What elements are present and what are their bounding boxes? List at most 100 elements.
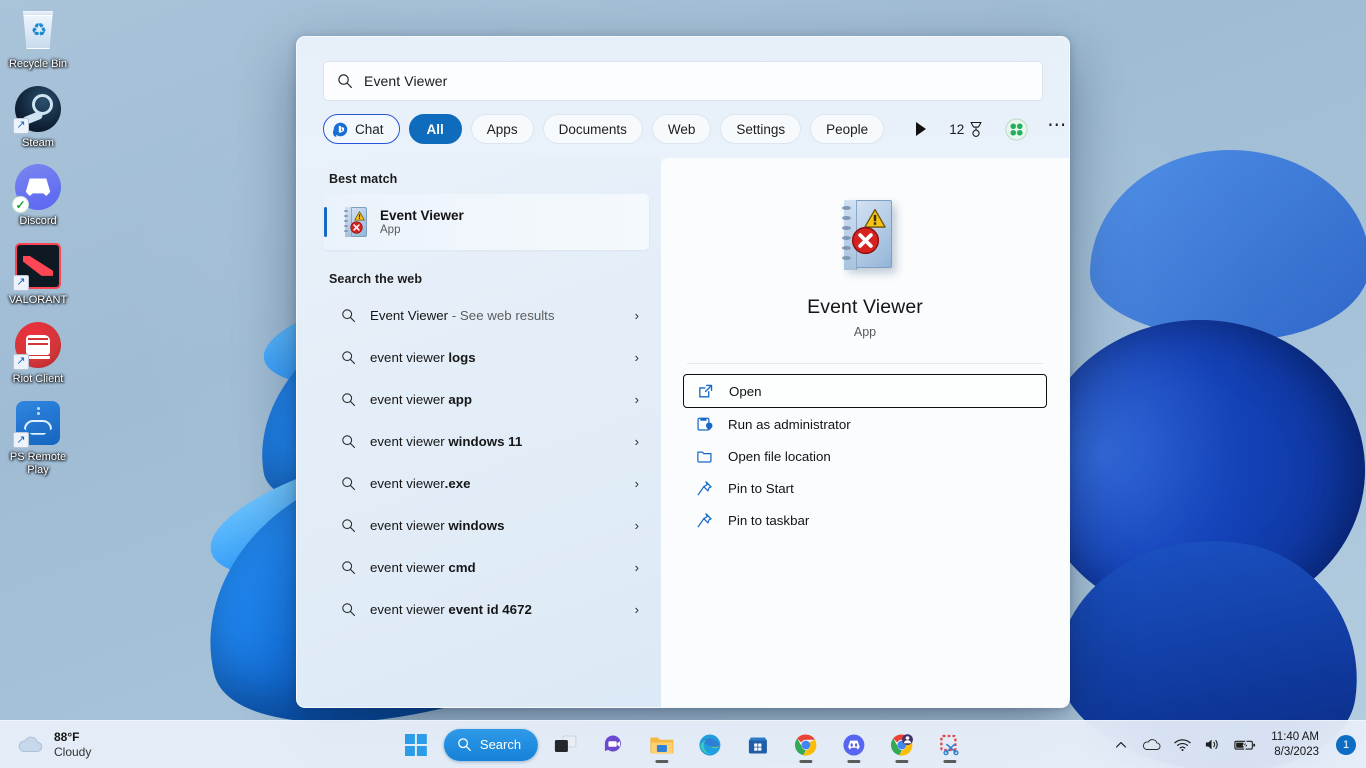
web-suggestion-label: event viewer app — [370, 392, 621, 407]
clock-date: 8/3/2023 — [1271, 745, 1319, 759]
app-action-open-external[interactable]: Open — [683, 374, 1047, 408]
chat-teams-icon — [602, 733, 626, 757]
web-suggestion-row[interactable]: Event Viewer - See web results› — [323, 294, 649, 336]
web-suggestion-row[interactable]: event viewer windows› — [323, 504, 649, 546]
search-input[interactable]: Event Viewer — [323, 61, 1043, 101]
taskbar-weather-widget[interactable]: 88°F Cloudy — [0, 730, 210, 759]
shortcut-arrow-icon: ↗ — [13, 275, 29, 291]
filter-pill-label: Chat — [355, 122, 384, 137]
desktop-icon-steam[interactable]: ↗ Steam — [0, 85, 76, 150]
app-action-label: Open file location — [728, 449, 831, 464]
ellipsis-icon[interactable]: ⋯ — [1047, 126, 1067, 132]
filter-pill-settings[interactable]: Settings — [720, 114, 801, 144]
riot-client-icon: ↗ — [14, 321, 62, 369]
running-indicator — [800, 760, 813, 763]
search-filter-row: Chat All Apps Documents Web Settings — [323, 101, 1043, 158]
start-button[interactable] — [396, 725, 436, 765]
chrome-button[interactable] — [786, 725, 826, 765]
app-preview-panel: Event Viewer App OpenRun as administrato… — [661, 158, 1069, 707]
search-icon — [457, 737, 472, 752]
snipping-tool-button[interactable] — [930, 725, 970, 765]
running-indicator — [656, 760, 669, 763]
filter-pill-label: People — [826, 122, 868, 137]
play-icon[interactable] — [916, 122, 926, 136]
folder-icon — [695, 447, 713, 465]
shortcut-arrow-icon: ↗ — [13, 118, 29, 134]
desktop-icon-recycle-bin[interactable]: ♻ Recycle Bin — [0, 6, 76, 71]
web-suggestion-label: Event Viewer - See web results — [370, 308, 621, 323]
app-action-shield-admin[interactable]: Run as administrator — [683, 408, 1047, 440]
microsoft-launcher-icon[interactable] — [1005, 118, 1028, 141]
desktop-icon-ps-remote-play[interactable]: ↗ PS Remote Play — [0, 399, 76, 476]
web-suggestion-row[interactable]: event viewer windows 11 › — [323, 420, 649, 462]
app-action-pin[interactable]: Pin to taskbar — [683, 504, 1047, 536]
battery-charging-icon[interactable] — [1234, 738, 1256, 752]
task-view-button[interactable] — [546, 725, 586, 765]
web-suggestion-row[interactable]: event viewer app › — [323, 378, 649, 420]
desktop-icon-valorant[interactable]: ↗ VALORANT — [0, 242, 76, 307]
filter-pill-web[interactable]: Web — [652, 114, 712, 144]
web-suggestion-row[interactable]: event viewer cmd› — [323, 546, 649, 588]
rewards-counter[interactable]: 12 — [949, 121, 984, 138]
filter-pill-apps[interactable]: Apps — [471, 114, 534, 144]
discord-button[interactable] — [834, 725, 874, 765]
app-action-folder[interactable]: Open file location — [683, 440, 1047, 472]
taskbar-clock[interactable]: 11:40 AM 8/3/2023 — [1271, 730, 1319, 759]
chevron-right-icon: › — [635, 434, 639, 449]
app-action-pin[interactable]: Pin to Start — [683, 472, 1047, 504]
file-explorer-button[interactable] — [642, 725, 682, 765]
search-header: Event Viewer Chat All Apps Docum — [297, 37, 1069, 158]
desktop-icon-riot-client[interactable]: ↗ Riot Client — [0, 321, 76, 386]
windows-start-icon — [405, 734, 427, 756]
best-match-result[interactable]: Event Viewer App — [323, 194, 649, 250]
web-suggestion-row[interactable]: event viewer logs› — [323, 336, 649, 378]
desktop-icon-list: ♻ Recycle Bin ↗ Steam ✓ Discord ↗ — [0, 6, 76, 490]
web-suggestion-row[interactable]: event viewer.exe› — [323, 462, 649, 504]
wifi-icon[interactable] — [1174, 738, 1191, 752]
search-flyout-panel: Event Viewer Chat All Apps Docum — [296, 36, 1070, 708]
valorant-icon: ↗ — [14, 242, 62, 290]
notification-badge[interactable]: 1 — [1336, 735, 1356, 755]
pin-icon — [695, 479, 713, 497]
web-suggestion-label: event viewer windows 11 — [370, 434, 621, 449]
taskbar: 88°F Cloudy Search — [0, 720, 1366, 768]
search-icon — [341, 476, 356, 491]
running-indicator — [896, 760, 909, 763]
volume-icon[interactable] — [1204, 737, 1221, 752]
chevron-right-icon: › — [635, 392, 639, 407]
chevron-right-icon: › — [635, 350, 639, 365]
search-results-body: Best match — [297, 158, 1069, 707]
discord-icon: ✓ — [14, 163, 62, 211]
search-icon — [341, 518, 356, 533]
onedrive-cloud-icon[interactable] — [1141, 737, 1161, 752]
chat-teams-button[interactable] — [594, 725, 634, 765]
desktop-icon-label: PS Remote Play — [1, 451, 75, 476]
web-suggestion-label: event viewer windows — [370, 518, 621, 533]
app-action-list: Open Run as administrator Open file locati… — [683, 374, 1047, 536]
best-match-subtitle: App — [380, 224, 464, 236]
edge-button[interactable] — [690, 725, 730, 765]
chrome-profile-button[interactable] — [882, 725, 922, 765]
filter-pill-label: All — [427, 122, 444, 137]
search-icon — [341, 560, 356, 575]
web-suggestion-row[interactable]: event viewer event id 4672› — [323, 588, 649, 630]
preview-app-subtitle: App — [683, 325, 1047, 339]
filter-pill-people[interactable]: People — [810, 114, 884, 144]
filter-pill-all[interactable]: All — [409, 114, 462, 144]
search-icon — [341, 434, 356, 449]
open-external-icon — [696, 382, 714, 400]
discord-icon — [842, 733, 866, 757]
taskbar-center-group: Search — [396, 725, 970, 765]
best-match-heading: Best match — [323, 158, 661, 194]
search-icon — [341, 308, 356, 323]
web-suggestion-label: event viewer.exe — [370, 476, 621, 491]
microsoft-store-button[interactable] — [738, 725, 778, 765]
app-action-label: Open — [729, 384, 762, 399]
filter-pill-documents[interactable]: Documents — [543, 114, 643, 144]
best-match-title: Event Viewer — [380, 208, 464, 225]
chevron-up-icon[interactable] — [1114, 738, 1128, 752]
taskbar-search-button[interactable]: Search — [444, 729, 538, 761]
weather-condition: Cloudy — [54, 745, 91, 759]
desktop-icon-discord[interactable]: ✓ Discord — [0, 163, 76, 228]
filter-pill-chat[interactable]: Chat — [323, 114, 400, 144]
